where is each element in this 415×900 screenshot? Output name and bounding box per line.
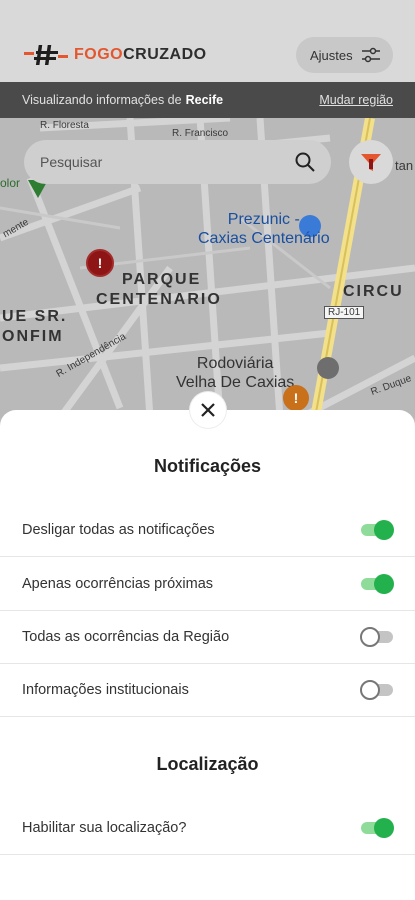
poi-line: Prezunic -: [227, 211, 300, 228]
notifications-title: Notificações: [153, 456, 262, 476]
map-street-label: R. Francisco: [172, 128, 229, 139]
filter-button[interactable]: [349, 140, 393, 184]
toggle-switch[interactable]: [361, 520, 394, 540]
search-icon[interactable]: [295, 152, 315, 175]
poi-line: Rodoviária: [196, 355, 274, 372]
map-district-label: ONFIM: [2, 328, 64, 345]
alert-mark: !: [293, 390, 299, 406]
sliders-icon: [361, 47, 380, 63]
highway-shield: RJ-101: [324, 306, 365, 319]
setting-label: Todas as ocorrências da Região: [22, 629, 230, 645]
occurrence-pin[interactable]: !: [86, 249, 114, 277]
toggle-switch[interactable]: [360, 680, 393, 700]
setting-label: Informações institucionais: [22, 682, 189, 698]
poi-line: Velha De Caxias: [176, 374, 295, 391]
region-bar: Visualizando informações de Recife Mudar…: [0, 82, 415, 118]
setting-label: Desligar todas as notificações: [22, 522, 215, 538]
toggle-switch[interactable]: [361, 818, 394, 838]
map-poi-label: tan: [395, 158, 414, 173]
location-title: Localização: [156, 754, 259, 774]
logo-wordmark: FOGOCRUZADO: [74, 46, 207, 63]
region-prefix: Visualizando informações de: [22, 93, 182, 107]
close-button[interactable]: [190, 392, 226, 428]
map-district-label: UE SR.: [2, 308, 68, 325]
map-district-label: PARQUE: [122, 271, 202, 288]
map-district-label: CENTENARIO: [96, 291, 222, 308]
map-district-label: CIRCU: [343, 283, 404, 300]
setting-row[interactable]: Informações institucionais: [0, 664, 415, 717]
map-poi-label: Rodoviária Velha De Caxias: [176, 354, 294, 392]
setting-row[interactable]: Habilitar sua localização?: [0, 802, 415, 855]
setting-row[interactable]: Todas as ocorrências da Região: [0, 611, 415, 664]
search-placeholder: Pesquisar: [40, 154, 103, 170]
map-street-label: R. Floresta: [40, 120, 89, 131]
toggle-switch[interactable]: [361, 574, 394, 594]
setting-row[interactable]: Desligar todas as notificações: [0, 504, 415, 557]
map-poi-label: Prezunic - Caxias Centenário: [198, 210, 330, 248]
hash-logo-icon: [24, 43, 68, 67]
alert-mark: !: [97, 255, 103, 271]
app-header: FOGOCRUZADO Ajustes: [0, 0, 415, 82]
filter-icon: [361, 154, 381, 171]
setting-label: Apenas ocorrências próximas: [22, 576, 214, 592]
toggle-switch[interactable]: [360, 627, 393, 647]
occurrence-pin[interactable]: !: [283, 385, 309, 411]
setting-row[interactable]: Apenas ocorrências próximas: [0, 558, 415, 611]
close-icon: [201, 403, 215, 417]
settings-button[interactable]: Ajustes: [296, 37, 393, 73]
setting-label: Habilitar sua localização?: [22, 820, 187, 836]
poi-line: Caxias Centenário: [198, 230, 330, 247]
settings-label: Ajustes: [310, 47, 353, 63]
change-region-link[interactable]: Mudar região: [319, 93, 393, 107]
map-poi-label: olor: [0, 176, 21, 190]
region-name: Recife: [185, 93, 224, 107]
logo: FOGOCRUZADO: [24, 43, 207, 67]
search-input[interactable]: Pesquisar: [24, 140, 331, 184]
